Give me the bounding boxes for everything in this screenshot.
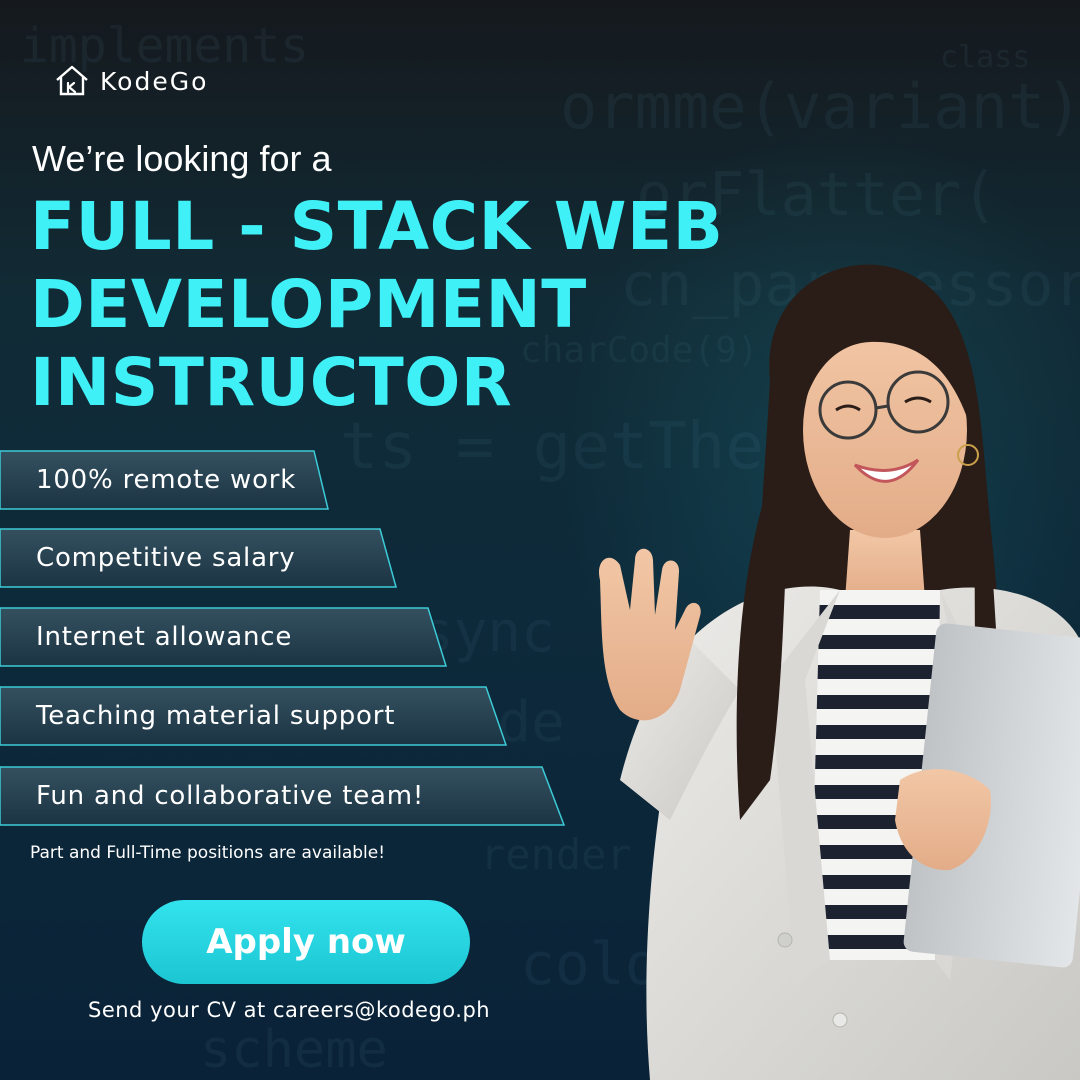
job-title-line: FULL - STACK WEB [30, 188, 724, 265]
perk-label: Internet allowance [36, 622, 293, 652]
apply-now-button[interactable]: Apply now [142, 900, 470, 984]
perk-item: Competitive salary [0, 528, 400, 588]
perk-label: Teaching material support [36, 701, 396, 731]
intro-text: We’re looking for a [32, 138, 332, 179]
perk-item: Internet allowance [0, 607, 450, 667]
perk-label: Competitive salary [36, 543, 296, 573]
perk-item: Teaching material support [0, 686, 510, 746]
brand-logo: KodeGo [54, 64, 208, 98]
perk-label: 100% remote work [36, 465, 297, 495]
perk-item: 100% remote work [0, 450, 330, 510]
cv-contact-text: Send your CV at careers@kodego.ph [88, 998, 491, 1022]
brand-name: KodeGo [100, 66, 209, 96]
positions-note: Part and Full-Time positions are availab… [30, 843, 386, 863]
instructor-photo [599, 264, 1080, 1080]
perk-item: Fun and collaborative team! [0, 766, 568, 826]
perk-label: Fun and collaborative team! [36, 781, 425, 811]
kodego-house-icon [56, 65, 88, 96]
